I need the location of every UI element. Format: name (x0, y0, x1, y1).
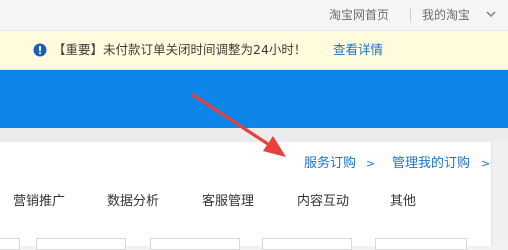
card-edge (0, 238, 20, 250)
scrollbar-track[interactable] (491, 142, 508, 246)
top-bar: 淘宝网首页 我的淘宝 (0, 0, 508, 31)
card-edge (262, 238, 352, 250)
chevron-right-icon: > (481, 157, 491, 170)
nav-item-other[interactable]: 其他 (390, 194, 416, 210)
nav-item-data-analysis[interactable]: 数据分析 (107, 194, 159, 210)
manage-subscriptions-link[interactable]: 管理我的订购 (392, 156, 470, 172)
notice-bar: 【重要】未付款订单关闭时间调整为24小时！ 查看详情 (0, 31, 508, 70)
nav-item-content-interaction[interactable]: 内容互动 (297, 194, 349, 210)
view-details-link[interactable]: 查看详情 (333, 42, 383, 58)
header-banner (0, 70, 508, 128)
card-edge (150, 238, 240, 250)
section-gap (0, 128, 508, 142)
chevron-down-icon[interactable] (486, 8, 496, 20)
my-taobao-link[interactable]: 我的淘宝 (422, 7, 470, 23)
info-icon (33, 43, 47, 57)
nav-item-marketing[interactable]: 营销推广 (13, 194, 65, 210)
top-bar-divider (410, 8, 411, 22)
notice-text: 【重要】未付款订单关闭时间调整为24小时！ (53, 42, 307, 57)
nav-item-customer-service[interactable]: 客服管理 (202, 194, 254, 210)
chevron-right-icon: > (366, 157, 376, 170)
card-edge (36, 238, 126, 250)
service-order-link[interactable]: 服务订购 (304, 156, 356, 172)
card-edge (375, 238, 467, 250)
taobao-home-link[interactable]: 淘宝网首页 (329, 7, 389, 23)
